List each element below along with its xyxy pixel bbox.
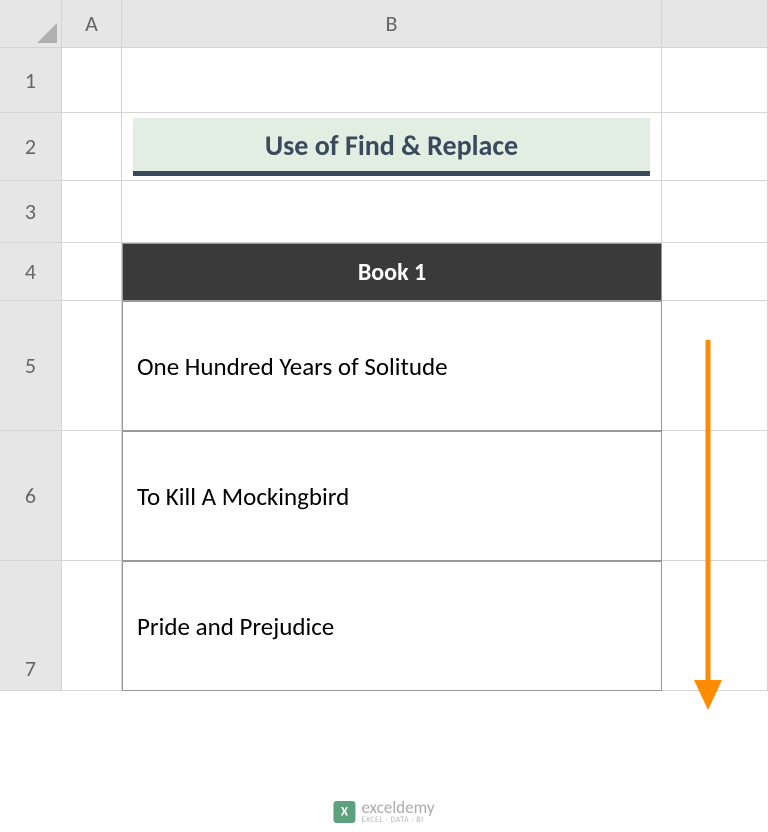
column-header-empty[interactable]: [662, 0, 768, 48]
table-row[interactable]: Pride and Prejudice: [122, 561, 662, 691]
arrow-down-icon: [688, 340, 728, 710]
cell-b2-title[interactable]: Use of Find & Replace: [122, 113, 662, 181]
cell-a1[interactable]: [62, 48, 122, 113]
cell-c1[interactable]: [662, 48, 768, 113]
cell-c3[interactable]: [662, 181, 768, 243]
cell-b1[interactable]: [122, 48, 662, 113]
row-header-3[interactable]: 3: [0, 181, 62, 243]
row-header-4[interactable]: 4: [0, 243, 62, 301]
spreadsheet-grid: A B 1 2 Use of Find & Replace 3 4 Book 1…: [0, 0, 768, 691]
cell-c4[interactable]: [662, 243, 768, 301]
row-header-2[interactable]: 2: [0, 113, 62, 181]
table-header[interactable]: Book 1: [122, 243, 662, 301]
row-header-6[interactable]: 6: [0, 431, 62, 561]
page-title: Use of Find & Replace: [133, 118, 650, 176]
cell-a3[interactable]: [62, 181, 122, 243]
select-all-corner[interactable]: [0, 0, 62, 48]
table-row[interactable]: One Hundred Years of Solitude: [122, 301, 662, 431]
row-header-1[interactable]: 1: [0, 48, 62, 113]
cell-a4[interactable]: [62, 243, 122, 301]
cell-a7[interactable]: [62, 561, 122, 691]
column-header-b[interactable]: B: [122, 0, 662, 48]
cell-c2[interactable]: [662, 113, 768, 181]
table-row[interactable]: To Kill A Mockingbird: [122, 431, 662, 561]
cell-a2[interactable]: [62, 113, 122, 181]
row-header-5[interactable]: 5: [0, 301, 62, 431]
watermark-tagline: EXCEL · DATA · BI: [361, 816, 434, 824]
excel-logo-icon: [333, 801, 355, 823]
watermark: exceldemy EXCEL · DATA · BI: [333, 799, 434, 824]
cell-a6[interactable]: [62, 431, 122, 561]
watermark-name: exceldemy: [361, 799, 434, 816]
cell-a5[interactable]: [62, 301, 122, 431]
column-header-a[interactable]: A: [62, 0, 122, 48]
cell-b3[interactable]: [122, 181, 662, 243]
row-header-7[interactable]: 7: [0, 561, 62, 691]
